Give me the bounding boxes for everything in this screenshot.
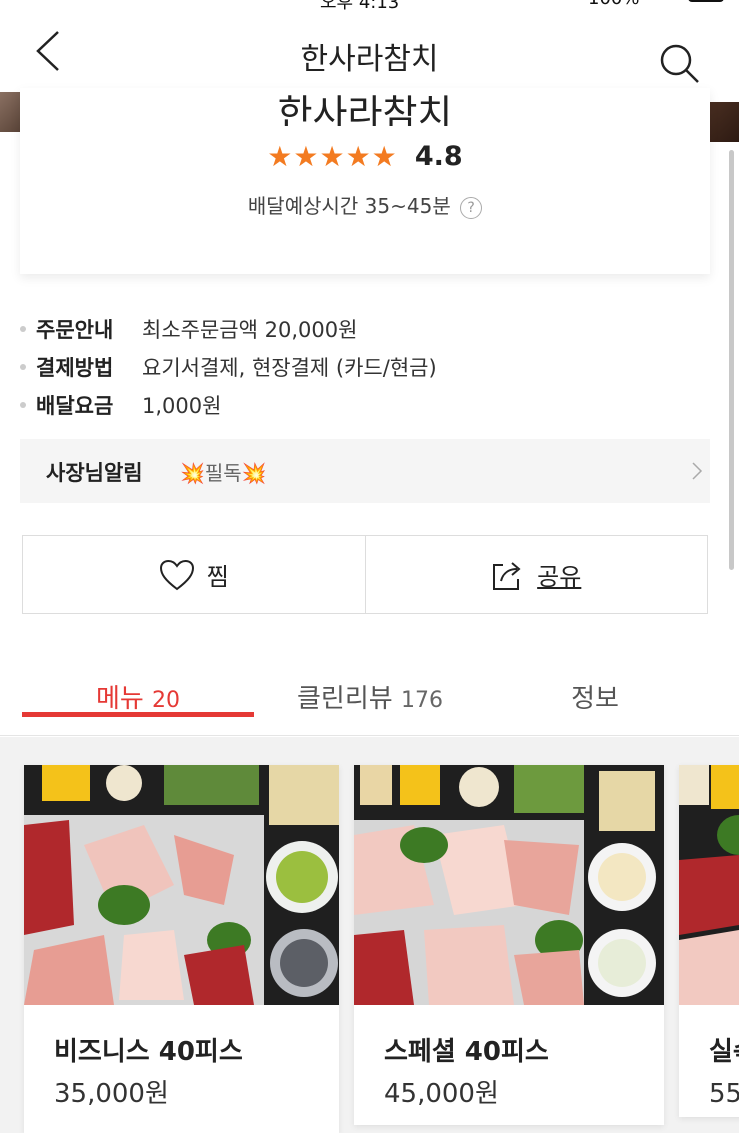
menu-item-name: 스페셜 40피스 bbox=[384, 1037, 549, 1067]
info-label: 배달요금 bbox=[36, 394, 114, 418]
battery-level: 100% bbox=[588, 0, 639, 9]
delivery-time-text: 배달예상시간 35~45분 bbox=[247, 194, 451, 218]
menu-item-image bbox=[679, 765, 739, 1005]
share-label: 공유 bbox=[537, 563, 582, 591]
tab-count: 20 bbox=[152, 688, 181, 713]
info-row-order: 주문안내 최소주문금액 20,000원 bbox=[20, 310, 710, 348]
like-label: 찜 bbox=[206, 563, 229, 591]
menu-item-image bbox=[354, 765, 664, 1005]
collision-icon: 💥 bbox=[241, 461, 267, 485]
like-button[interactable]: 찜 bbox=[23, 536, 365, 613]
battery-icon bbox=[688, 0, 724, 2]
info-label: 결제방법 bbox=[36, 356, 114, 380]
bullet-icon bbox=[20, 326, 26, 332]
bullet-icon bbox=[20, 402, 26, 408]
menu-item-name: 비즈니스 40피스 bbox=[54, 1037, 243, 1067]
search-icon bbox=[660, 44, 699, 83]
tab-bar: 메뉴 20 클린리뷰 176 정보 bbox=[0, 660, 739, 736]
notice-text: 💥필독💥 bbox=[180, 457, 267, 486]
sashimi-platter-image bbox=[679, 765, 739, 1005]
bullet-icon bbox=[20, 364, 26, 370]
store-details: 주문안내 최소주문금액 20,000원 결제방법 요기서결제, 현장결제 (카드… bbox=[20, 310, 710, 424]
share-button[interactable]: 공유 bbox=[364, 536, 708, 613]
info-value: 1,000원 bbox=[142, 394, 222, 418]
sashimi-platter-image bbox=[354, 765, 664, 1005]
action-bar: 찜 공유 bbox=[22, 535, 708, 614]
menu-item-price: 45,000원 bbox=[384, 1079, 499, 1109]
menu-list: 비즈니스 40피스 35,000원 스페셜 40피스 45,000원 실 55 bbox=[0, 737, 739, 1133]
help-icon[interactable]: ? bbox=[460, 196, 483, 219]
menu-item-price: 35,000원 bbox=[54, 1079, 169, 1109]
tab-label: 정보 bbox=[571, 684, 619, 714]
info-row-delivery-fee: 배달요금 1,000원 bbox=[20, 386, 710, 424]
share-icon bbox=[493, 561, 521, 590]
store-banner-image bbox=[708, 102, 739, 142]
star-rating-icon: ★★★★★ bbox=[267, 140, 398, 173]
menu-item-price: 55,000원 bbox=[709, 1079, 739, 1109]
notice-message: 필독 bbox=[204, 461, 242, 485]
tab-label: 클린리뷰 bbox=[297, 684, 393, 714]
page-title: 한사라참치 bbox=[300, 42, 439, 77]
info-value: 요기서결제, 현장결제 (카드/현금) bbox=[142, 356, 437, 380]
status-bar: 오후 4:13 100% bbox=[0, 0, 739, 13]
sashimi-platter-image bbox=[24, 765, 339, 1005]
delivery-time: 배달예상시간 35~45분 ? bbox=[20, 190, 710, 219]
store-name: 한사라참치 bbox=[277, 92, 453, 126]
owner-notice[interactable]: 사장님알림 💥필독💥 bbox=[20, 439, 710, 503]
tab-info[interactable]: 정보 bbox=[520, 660, 670, 715]
notice-label: 사장님알림 bbox=[46, 461, 143, 485]
scrollbar[interactable] bbox=[729, 150, 734, 570]
menu-item[interactable]: 실속 55,000원 bbox=[679, 765, 739, 1117]
info-value: 최소주문금액 20,000원 bbox=[142, 318, 358, 342]
tab-menu[interactable]: 메뉴 20 bbox=[22, 660, 254, 717]
tab-clean-review[interactable]: 클린리뷰 176 bbox=[270, 660, 470, 715]
status-time: 오후 4:13 bbox=[320, 0, 400, 13]
heart-icon bbox=[159, 559, 194, 590]
chevron-right-icon bbox=[692, 462, 703, 480]
rating-score: 4.8 bbox=[414, 141, 463, 172]
tab-count: 176 bbox=[400, 688, 443, 713]
menu-item[interactable]: 스페셜 40피스 45,000원 bbox=[354, 765, 664, 1125]
menu-item-name: 실속 bbox=[709, 1037, 739, 1067]
store-rating: ★★★★★ 4.8 bbox=[20, 140, 710, 173]
info-label: 주문안내 bbox=[36, 318, 114, 342]
tab-label: 메뉴 bbox=[95, 684, 144, 714]
top-header: 한사라참치 bbox=[0, 20, 739, 90]
info-row-payment: 결제방법 요기서결제, 현장결제 (카드/현금) bbox=[20, 348, 710, 386]
collision-icon: 💥 bbox=[180, 461, 205, 485]
store-info-card: 한사라참치 ★★★★★ 4.8 배달예상시간 35~45분 ? bbox=[20, 88, 710, 274]
menu-item-image bbox=[24, 765, 339, 1005]
search-button[interactable] bbox=[656, 40, 706, 90]
store-banner-image bbox=[0, 92, 20, 132]
menu-item[interactable]: 비즈니스 40피스 35,000원 bbox=[24, 765, 339, 1133]
